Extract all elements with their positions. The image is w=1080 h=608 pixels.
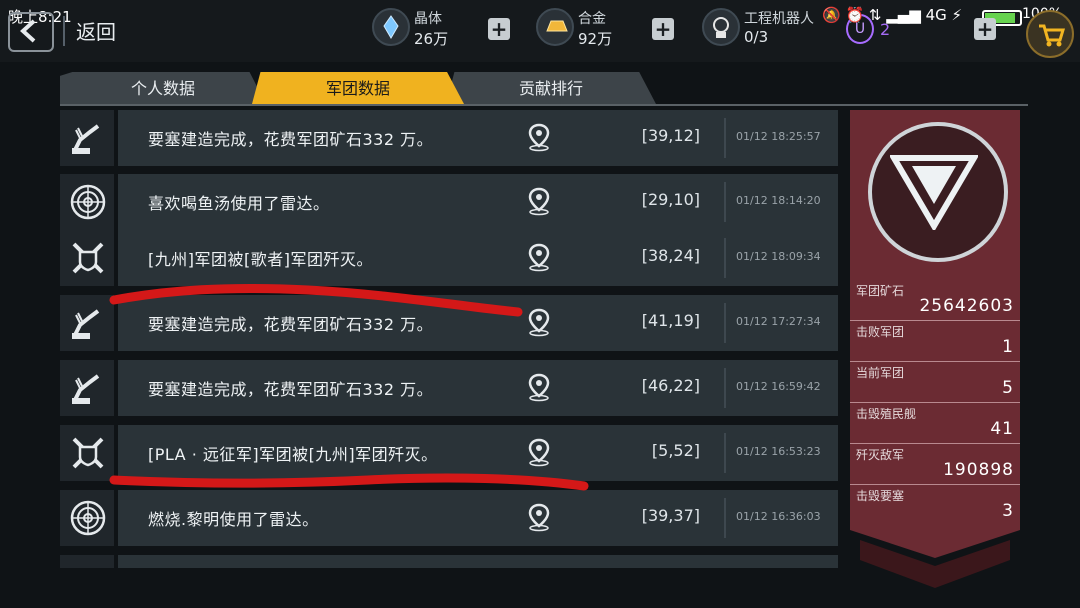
construction-icon xyxy=(60,110,114,166)
location-pin-icon[interactable] xyxy=(524,122,554,152)
add-crystal-button[interactable]: + xyxy=(488,18,510,40)
chevron-left-icon xyxy=(20,19,36,43)
top-bar: 晚上8:21 返回 晶体 26万 + 合金 92万 + 工程机器人 0/3 U … xyxy=(0,0,1080,62)
log-coordinate[interactable]: [5,52] xyxy=(578,441,700,460)
row-body-partial xyxy=(118,555,838,568)
legion-log-list[interactable]: 要塞建造完成，花费军团矿石332 万。 [39,12] 01/12 18:25:… xyxy=(60,110,838,568)
cart-icon xyxy=(1039,24,1066,47)
tab-personal-data[interactable]: 个人数据 xyxy=(60,72,266,104)
divider xyxy=(724,182,726,222)
divider xyxy=(724,368,726,408)
back-button[interactable] xyxy=(8,12,54,52)
log-row[interactable]: 要塞建造完成，花费军团矿石332 万。 [39,12] 01/12 18:25:… xyxy=(60,110,838,166)
log-row[interactable]: [九州]军团被[歌者]军团歼灭。 [38,24] 01/12 18:09:34 xyxy=(60,230,838,286)
shop-cart-button[interactable] xyxy=(1026,10,1074,58)
log-message: 要塞建造完成，花费军团矿石332 万。 xyxy=(148,315,434,334)
tab-legion-data[interactable]: 军团数据 xyxy=(252,72,464,104)
log-message: 喜欢喝鱼汤使用了雷达。 xyxy=(148,194,330,213)
location-pin-icon[interactable] xyxy=(524,307,554,337)
legion-emblem xyxy=(868,122,1008,262)
divider xyxy=(724,433,726,473)
log-time: 01/12 16:59:42 xyxy=(736,380,821,393)
log-row[interactable]: 要塞建造完成，花费军团矿石332 万。 [41,19] 01/12 17:27:… xyxy=(60,295,838,351)
divider xyxy=(724,498,726,538)
add-alloy-button[interactable]: + xyxy=(652,18,674,40)
log-coordinate[interactable]: [38,24] xyxy=(578,246,700,265)
log-coordinate[interactable]: [46,22] xyxy=(578,376,700,395)
log-coordinate[interactable]: [39,37] xyxy=(578,506,700,525)
crossed-swords-icon xyxy=(60,230,114,286)
log-time: 01/12 18:14:20 xyxy=(736,194,821,207)
add-robot-button[interactable]: + xyxy=(974,18,996,40)
radar-icon xyxy=(60,490,114,546)
log-coordinate[interactable]: [39,12] xyxy=(578,126,700,145)
location-pin-icon[interactable] xyxy=(524,437,554,467)
log-time: 01/12 18:25:57 xyxy=(736,130,821,143)
log-row[interactable]: 燃烧.黎明使用了雷达。 [39,37] 01/12 16:36:03 xyxy=(60,490,838,546)
log-message: [PLA · 远征军]军团被[九州]军团歼灭。 xyxy=(148,445,438,464)
crystal-label: 晶体 xyxy=(414,11,442,27)
radar-icon xyxy=(60,174,114,230)
legion-stats-panel: 军团矿石 25642603 击败军团 1 当前军团 5 击毁殖民舰 41 歼灭敌… xyxy=(850,110,1020,590)
divider xyxy=(724,238,726,278)
log-time: 01/12 16:53:23 xyxy=(736,445,821,458)
log-row[interactable]: 喜欢喝鱼汤使用了雷达。 [29,10] 01/12 18:14:20 xyxy=(60,174,838,230)
log-message: 要塞建造完成，花费军团矿石332 万。 xyxy=(148,130,434,149)
alloy-icon xyxy=(536,8,574,46)
log-coordinate[interactable]: [41,19] xyxy=(578,311,700,330)
row-icon-placeholder xyxy=(60,555,114,568)
tab-underline xyxy=(60,104,1028,106)
location-pin-icon[interactable] xyxy=(524,502,554,532)
divider xyxy=(63,16,65,46)
alloy-label: 合金 xyxy=(578,11,606,27)
log-message: 燃烧.黎明使用了雷达。 xyxy=(148,510,319,529)
divider xyxy=(724,118,726,158)
crystal-icon xyxy=(372,8,410,46)
construction-icon xyxy=(60,295,114,351)
log-time: 01/12 16:36:03 xyxy=(736,510,821,523)
robot-value: 0/3 xyxy=(744,28,769,46)
robot-label: 工程机器人 xyxy=(744,11,814,27)
tab-contribution-ranking[interactable]: 贡献排行 xyxy=(446,72,656,104)
crossed-swords-icon xyxy=(60,425,114,481)
location-pin-icon[interactable] xyxy=(524,372,554,402)
log-row-partial[interactable] xyxy=(60,555,838,568)
log-message: [九州]军团被[歌者]军团歼灭。 xyxy=(148,250,373,269)
log-time: 01/12 17:27:34 xyxy=(736,315,821,328)
legion-emblem-icon xyxy=(890,155,978,230)
location-pin-icon[interactable] xyxy=(524,242,554,272)
system-icons: 🔕 ⏰ ⇅ ▂▄▆ 4G ⚡ xyxy=(822,6,963,24)
back-label[interactable]: 返回 xyxy=(76,16,116,45)
construction-icon xyxy=(60,360,114,416)
crystal-value: 26万 xyxy=(414,30,449,48)
log-time: 01/12 18:09:34 xyxy=(736,250,821,263)
location-pin-icon[interactable] xyxy=(524,186,554,216)
robot-icon xyxy=(702,8,740,46)
divider xyxy=(724,303,726,343)
alloy-value: 92万 xyxy=(578,30,613,48)
network-label: 4G xyxy=(925,6,947,24)
log-message: 要塞建造完成，花费军团矿石332 万。 xyxy=(148,380,434,399)
log-row[interactable]: 要塞建造完成，花费军团矿石332 万。 [46,22] 01/12 16:59:… xyxy=(60,360,838,416)
tab-bar: 个人数据 贡献排行 军团数据 xyxy=(60,72,1028,108)
log-coordinate[interactable]: [29,10] xyxy=(578,190,700,209)
log-row[interactable]: [PLA · 远征军]军团被[九州]军团歼灭。 [5,52] 01/12 16:… xyxy=(60,425,838,481)
